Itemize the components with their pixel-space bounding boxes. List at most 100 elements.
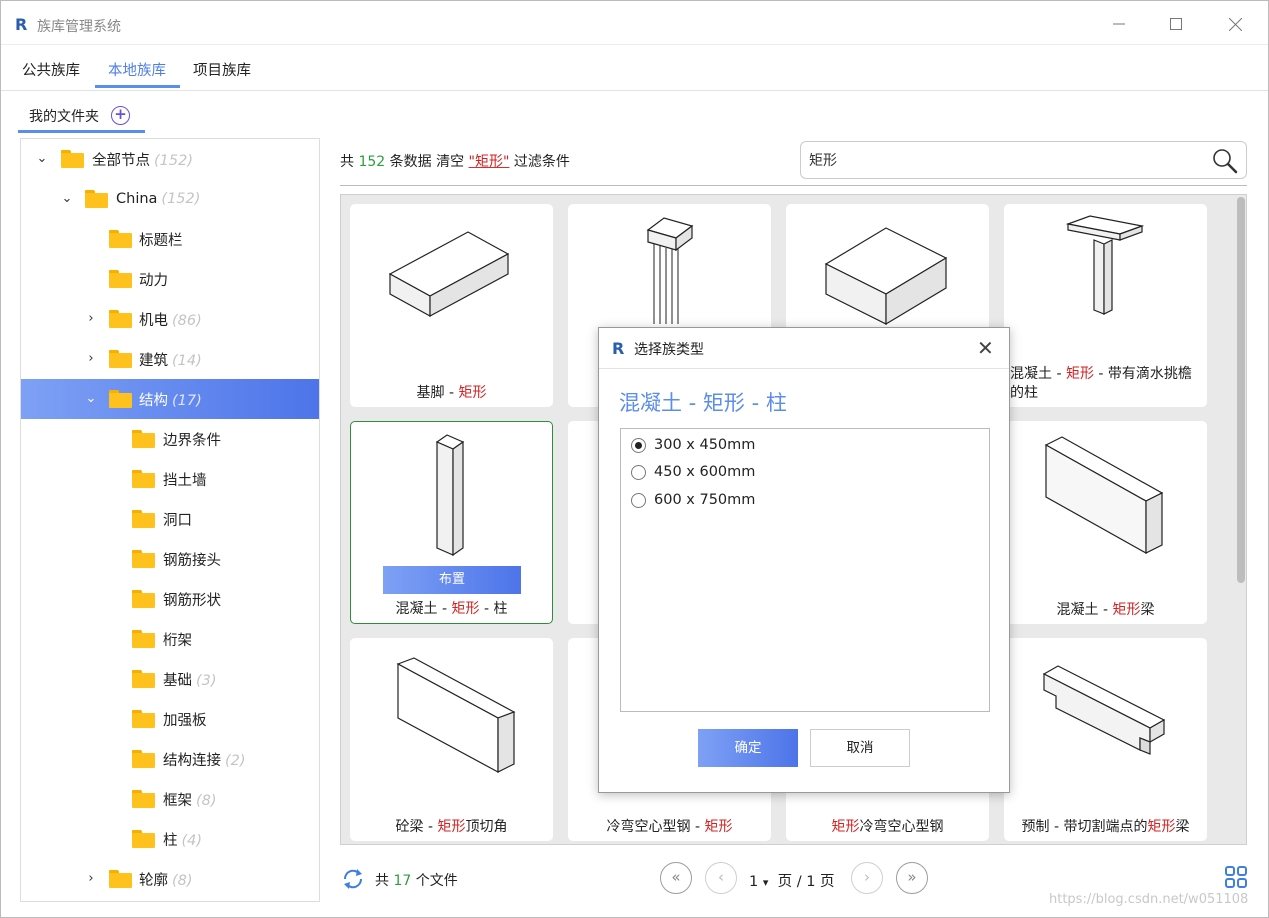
chevron-right-icon[interactable]: › (84, 352, 98, 366)
tree-node-all[interactable]: ⌄ 全部节点 (152) (21, 139, 319, 179)
scrollbar-thumb[interactable] (1237, 197, 1245, 583)
family-card[interactable]: 基脚 - 矩形 (350, 204, 553, 407)
plus-circle-icon[interactable]: + (111, 106, 130, 125)
magnifier-icon[interactable] (1210, 146, 1240, 176)
family-card[interactable]: 混凝土 - 矩形 - 带有滴水挑檐的柱 (1004, 204, 1207, 407)
tree-node-count: (8) (172, 872, 193, 889)
place-button[interactable]: 布置 (383, 566, 521, 594)
tree-node-count: (152) (161, 191, 201, 207)
next-page-button[interactable]: › (851, 862, 883, 894)
my-folder-label: 我的文件夹 (29, 109, 99, 125)
option-label: 300 x 450mm (654, 437, 756, 453)
radio-button[interactable] (631, 492, 646, 508)
tree-node[interactable]: 挡土墙 (21, 459, 319, 499)
card-label: 混凝土 - 矩形梁 (1056, 602, 1155, 618)
clear-filter-link[interactable]: "矩形" (469, 154, 510, 170)
footing-thumbnail (388, 231, 510, 318)
active-tab-indicator (95, 85, 180, 88)
tree-node[interactable]: › 轮廓 (8) (21, 859, 319, 899)
tree-node[interactable]: 钢筋接头 (21, 539, 319, 579)
my-folder-tab[interactable]: 我的文件夹 + (18, 99, 145, 133)
family-card[interactable]: 混凝土 - 矩形梁 (1004, 421, 1207, 624)
tree-node-label: 钢筋形状 (163, 592, 221, 609)
tree-node[interactable]: 基础 (3) (21, 659, 319, 699)
folder-icon (109, 870, 132, 888)
dialog-heading: 混凝土 - 矩形 - 柱 (619, 391, 787, 415)
subtab-indicator (18, 130, 145, 133)
chevron-down-icon[interactable]: ⌄ (84, 392, 98, 406)
ok-button[interactable]: 确定 (698, 729, 798, 767)
type-option[interactable]: 300 x 450mm (631, 435, 755, 455)
tree-node[interactable]: 桁架 (21, 619, 319, 659)
divider (1, 90, 1268, 91)
family-card[interactable]: 砼梁 - 矩形顶切角 (350, 638, 553, 841)
option-label: 600 x 750mm (654, 492, 756, 508)
tree-node-structure-selected[interactable]: ⌄ 结构 (17) (21, 379, 319, 419)
tree-node[interactable]: 洞口 (21, 499, 319, 539)
tree-node[interactable]: 加强板 (21, 699, 319, 739)
search-box[interactable] (800, 141, 1247, 179)
dialog-close-icon[interactable]: ✕ (977, 336, 994, 360)
option-label: 450 x 600mm (654, 464, 756, 480)
first-page-button[interactable]: « (660, 862, 692, 894)
file-count: 共 17 个文件 (375, 870, 458, 890)
card-label: 混凝土 - 矩形 - 带有滴水挑檐的柱 (1010, 366, 1192, 401)
chevron-down-icon[interactable]: ⌄ (35, 152, 49, 166)
svg-text:R: R (612, 339, 624, 356)
tree-node[interactable]: 动力 (21, 259, 319, 299)
tree-node[interactable]: 框架 (8) (21, 779, 319, 819)
tab-public-library[interactable]: 公共族库 (22, 59, 80, 80)
minimize-button[interactable] (1096, 9, 1142, 39)
window-title: 族库管理系统 (37, 19, 121, 35)
svg-text:R: R (15, 15, 27, 32)
maximize-button[interactable] (1153, 9, 1199, 39)
tree-node[interactable]: › 机电 (86) (21, 299, 319, 339)
page-select[interactable]: 1 ▾ (749, 874, 768, 890)
grid-view-icon[interactable] (1224, 865, 1248, 889)
folder-icon (109, 270, 132, 288)
tree-node[interactable]: 边界条件 (21, 419, 319, 459)
search-input[interactable] (809, 150, 1189, 170)
tree-node[interactable]: 柱 (4) (21, 819, 319, 859)
beam-chamfer-thumbnail (396, 657, 516, 774)
card-label: 混凝土 - 矩形 - 柱 (395, 601, 508, 617)
divider (340, 185, 1247, 186)
chevron-right-icon[interactable]: › (84, 312, 98, 326)
tree-node-label: 桁架 (163, 632, 192, 649)
refresh-icon[interactable] (341, 867, 365, 891)
watermark: https://blog.csdn.net/w051108 (1049, 892, 1249, 907)
tree-node-china[interactable]: ⌄ China (152) (21, 179, 319, 219)
close-button[interactable] (1212, 9, 1258, 39)
file-count-value: 17 (393, 873, 412, 889)
tree-node[interactable]: 标题栏 (21, 219, 319, 259)
tree-node-label: 洞口 (163, 512, 192, 529)
tree-node-label: 挡土墙 (163, 472, 207, 489)
maximize-icon (1170, 18, 1182, 30)
radio-button[interactable] (631, 464, 646, 480)
type-option[interactable]: 600 x 750mm (631, 490, 755, 510)
prev-page-button[interactable]: ‹ (705, 862, 737, 894)
concrete-beam-thumbnail (1044, 436, 1164, 555)
tab-local-library[interactable]: 本地族库 (108, 59, 166, 80)
vertical-scrollbar[interactable] (1235, 195, 1245, 843)
folder-icon (132, 750, 155, 768)
tree-node-label: 动力 (139, 272, 168, 289)
folder-icon (109, 230, 132, 248)
radio-button[interactable] (631, 437, 646, 453)
chevron-right-icon[interactable]: › (84, 872, 98, 886)
family-card-selected[interactable]: 布置 混凝土 - 矩形 - 柱 (350, 421, 553, 624)
result-count: 152 (358, 154, 386, 170)
family-card[interactable]: 预制 - 带切割端点的矩形梁 (1004, 638, 1207, 841)
chevron-down-icon[interactable]: ⌄ (60, 192, 74, 206)
tree-node-count: (8) (196, 792, 217, 809)
tree-node[interactable]: › 建筑 (14) (21, 339, 319, 379)
tree-node[interactable]: 结构连接 (2) (21, 739, 319, 779)
type-option[interactable]: 450 x 600mm (631, 462, 755, 482)
cancel-button[interactable]: 取消 (810, 729, 910, 767)
folder-icon (132, 470, 155, 488)
last-page-button[interactable]: » (896, 862, 928, 894)
folder-icon (109, 310, 132, 328)
tree-node[interactable]: 钢筋形状 (21, 579, 319, 619)
tab-project-library[interactable]: 项目族库 (193, 59, 251, 80)
folder-icon (132, 790, 155, 808)
